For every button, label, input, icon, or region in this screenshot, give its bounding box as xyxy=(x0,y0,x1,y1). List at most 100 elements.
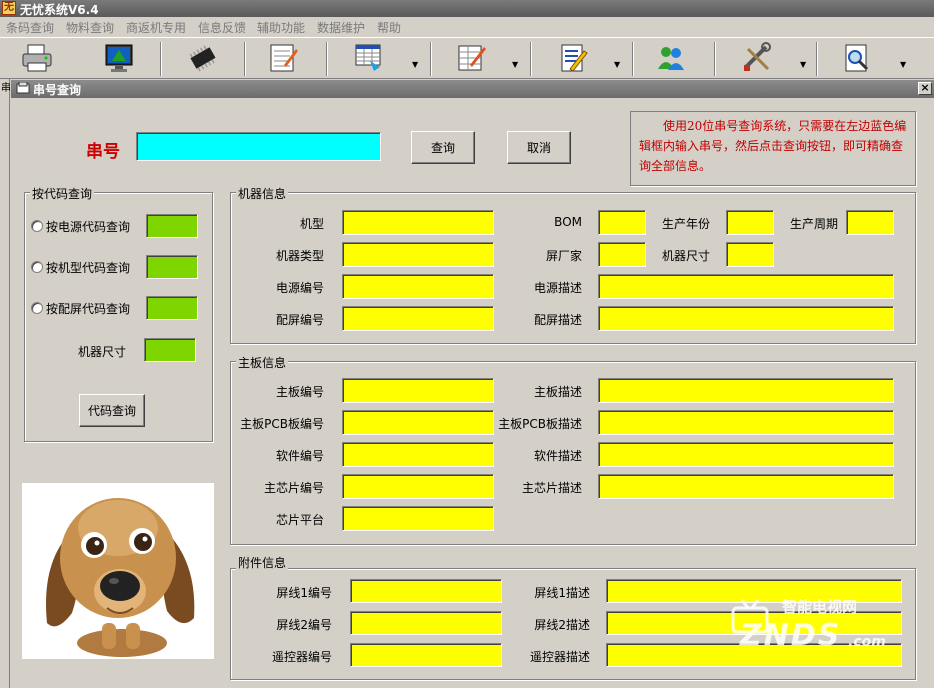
cable2-code-field[interactable] xyxy=(350,611,502,635)
power-code-label: 电源编号 xyxy=(275,281,324,295)
menu-help[interactable]: 帮助 xyxy=(377,19,401,36)
pcb-desc-field[interactable] xyxy=(598,410,894,435)
prod-year-field[interactable] xyxy=(726,210,774,235)
sheet-edit-dropdown-icon[interactable]: ▼ xyxy=(512,60,518,69)
chip-desc-field[interactable] xyxy=(598,474,894,499)
chip-desc-label: 主芯片描述 xyxy=(521,481,582,495)
radio-model-code-label: 按机型代码查询 xyxy=(46,261,131,275)
checklist-pencil-icon[interactable] xyxy=(556,41,590,75)
toolbar-separator xyxy=(632,42,634,76)
chip-platform-field[interactable] xyxy=(342,506,494,531)
chip-code-field[interactable] xyxy=(342,474,494,499)
machine-type-field[interactable] xyxy=(342,242,494,267)
cable1-code-label: 屏线1编号 xyxy=(276,586,332,600)
watermark-com: .com xyxy=(848,634,886,650)
toolbar-separator xyxy=(530,42,532,76)
prod-cycle-field[interactable] xyxy=(846,210,894,235)
board-desc-field[interactable] xyxy=(598,378,894,403)
dog-picture xyxy=(22,483,214,659)
cable2-desc-label: 屏线2描述 xyxy=(534,618,590,632)
software-desc-label: 软件描述 xyxy=(533,449,582,463)
prod-cycle-label: 生产周期 xyxy=(789,217,838,231)
users-icon[interactable] xyxy=(654,41,688,75)
menu-feedback[interactable]: 信息反馈 xyxy=(198,19,246,36)
accessory-info-title: 附件信息 xyxy=(236,554,289,571)
model-code-field[interactable] xyxy=(146,255,198,279)
serial-label: 串号 xyxy=(86,142,120,162)
menu-data-maintenance[interactable]: 数据维护 xyxy=(317,19,365,36)
query-button[interactable]: 查询 xyxy=(411,131,475,164)
size-label: 机器尺寸 xyxy=(78,345,127,359)
board-desc-label: 主板描述 xyxy=(533,385,582,399)
window-icon xyxy=(16,81,30,95)
table-import-icon[interactable] xyxy=(352,41,386,75)
bom-field[interactable] xyxy=(598,210,646,235)
table-import-dropdown-icon[interactable]: ▼ xyxy=(412,60,418,69)
sheet-edit-icon[interactable] xyxy=(454,41,488,75)
power-desc-field[interactable] xyxy=(598,274,894,299)
panel-desc-field[interactable] xyxy=(598,306,894,331)
radio-panel-code-label: 按配屏代码查询 xyxy=(46,302,131,316)
code-query-button[interactable]: 代码查询 xyxy=(79,394,145,427)
model-label: 机型 xyxy=(299,217,324,231)
search-doc-icon[interactable] xyxy=(840,41,874,75)
watermark-logo: 智能电视网 ZNDS .com xyxy=(730,590,920,660)
machine-size-field[interactable] xyxy=(726,242,774,267)
software-code-label: 软件编号 xyxy=(275,449,324,463)
close-button[interactable]: × xyxy=(918,82,932,95)
search-doc-dropdown-icon[interactable]: ▼ xyxy=(900,60,906,69)
toolbar-separator xyxy=(326,42,328,76)
menu-return-machine[interactable]: 商返机专用 xyxy=(126,19,186,36)
toolbar: ▼ ▼ ▼ ▼ ▼ xyxy=(0,37,934,79)
toolbar-separator xyxy=(714,42,716,76)
cable1-code-field[interactable] xyxy=(350,579,502,603)
radio-panel-code[interactable] xyxy=(31,302,43,314)
panel-code-info-label: 配屏编号 xyxy=(275,313,324,327)
tools-dropdown-icon[interactable]: ▼ xyxy=(800,60,806,69)
printer-icon[interactable] xyxy=(20,41,54,75)
size-field[interactable] xyxy=(144,338,196,362)
radio-power-code[interactable] xyxy=(31,220,43,232)
menu-barcode-query[interactable]: 条码查询 xyxy=(6,19,54,36)
cable2-code-label: 屏线2编号 xyxy=(276,618,332,632)
cable1-desc-label: 屏线1描述 xyxy=(534,586,590,600)
info-text: 使用20位串号查询系统，只需要在左边蓝色编辑框内输入串号，然后点击查询按钮，即可… xyxy=(630,111,916,186)
power-desc-label: 电源描述 xyxy=(533,281,582,295)
form-edit-icon[interactable] xyxy=(266,41,300,75)
chip-platform-label: 芯片平台 xyxy=(275,513,324,527)
serial-input[interactable] xyxy=(136,132,381,161)
board-info-title: 主板信息 xyxy=(236,354,289,371)
model-field[interactable] xyxy=(342,210,494,235)
panel-maker-label: 屏厂家 xyxy=(545,249,582,263)
power-code-info-field[interactable] xyxy=(342,274,494,299)
menu-material-query[interactable]: 物料查询 xyxy=(66,19,114,36)
panel-code-field[interactable] xyxy=(146,296,198,320)
machine-info-title: 机器信息 xyxy=(236,185,289,202)
chip-icon[interactable] xyxy=(186,41,220,75)
tools-icon[interactable] xyxy=(740,41,774,75)
monitor-icon[interactable] xyxy=(102,41,136,75)
menu-aux-functions[interactable]: 辅助功能 xyxy=(257,19,305,36)
radio-power-code-label: 按电源代码查询 xyxy=(46,220,131,234)
remote-code-field[interactable] xyxy=(350,643,502,667)
toolbar-separator xyxy=(244,42,246,76)
board-code-field[interactable] xyxy=(342,378,494,403)
checklist-dropdown-icon[interactable]: ▼ xyxy=(614,60,620,69)
pcb-code-field[interactable] xyxy=(342,410,494,435)
power-code-field[interactable] xyxy=(146,214,198,238)
radio-model-code[interactable] xyxy=(31,261,43,273)
left-strip-label: 串 xyxy=(1,83,11,94)
pcb-desc-label: 主板PCB板描述 xyxy=(498,417,582,431)
software-desc-field[interactable] xyxy=(598,442,894,467)
toolbar-separator xyxy=(430,42,432,76)
machine-type-label: 机器类型 xyxy=(275,249,324,263)
board-code-label: 主板编号 xyxy=(275,385,324,399)
panel-desc-label: 配屏描述 xyxy=(533,313,582,327)
bom-label: BOM xyxy=(554,215,582,229)
cancel-button[interactable]: 取消 xyxy=(507,131,571,164)
panel-maker-field[interactable] xyxy=(598,242,646,267)
software-code-field[interactable] xyxy=(342,442,494,467)
child-window-title-bar: 串号查询 × xyxy=(11,80,934,98)
panel-code-info-field[interactable] xyxy=(342,306,494,331)
toolbar-separator xyxy=(816,42,818,76)
